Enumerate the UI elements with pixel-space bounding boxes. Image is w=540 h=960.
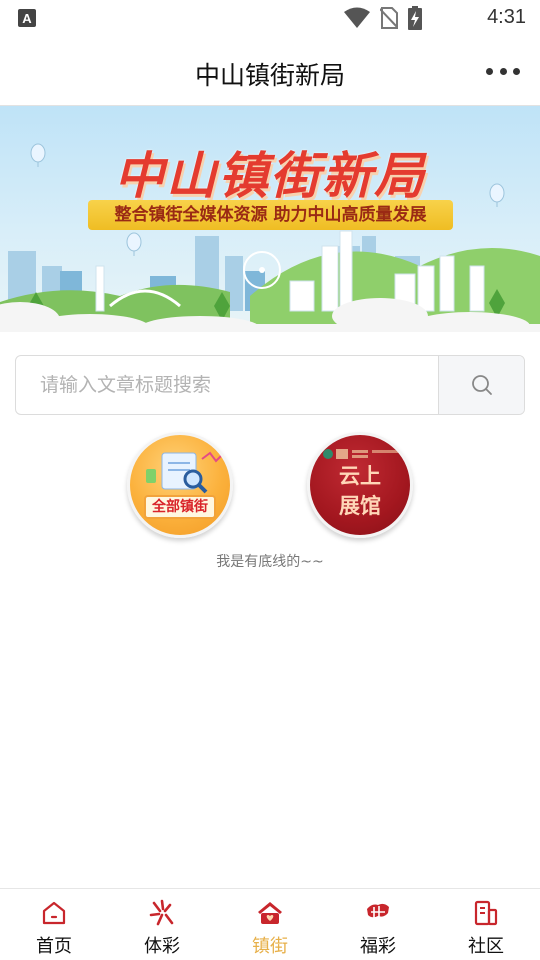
- banner-subtitle: 整合镇街全媒体资源 助力中山高质量发展: [88, 200, 453, 230]
- cloud-exhibition-line2: 展馆: [339, 494, 381, 518]
- more-dots-icon: [486, 67, 493, 75]
- hero-banner[interactable]: 中山镇街新局 整合镇街全媒体资源 助力中山高质量发展: [0, 106, 540, 332]
- search-bar: [15, 355, 525, 415]
- home-icon: [42, 901, 66, 925]
- nav-label-sports-lottery: 体彩: [144, 936, 180, 957]
- search-button[interactable]: [438, 356, 524, 414]
- cloud-exhibition-entry[interactable]: 云上 展馆: [307, 432, 413, 538]
- all-towns-label: 全部镇街: [144, 495, 216, 519]
- nav-item-sports-lottery[interactable]: 体彩: [108, 889, 216, 960]
- status-time: 4:31: [487, 6, 526, 28]
- bottom-nav: 首页 体彩 镇街 福彩 社区: [0, 888, 540, 960]
- svg-text:A: A: [22, 11, 32, 26]
- nav-label-welfare-lottery: 福彩: [360, 936, 396, 957]
- nav-label-home: 首页: [36, 936, 72, 957]
- more-button[interactable]: [486, 64, 520, 78]
- search-icon: [471, 375, 492, 395]
- welfare-lottery-icon: [367, 903, 389, 923]
- no-sim-icon: [380, 7, 398, 29]
- exhibition-logo-icon: [323, 449, 398, 459]
- app-header: 中山镇街新局: [0, 36, 540, 106]
- search-input[interactable]: [16, 356, 439, 414]
- nav-label-town: 镇街: [252, 936, 288, 957]
- battery-charging-icon: [408, 6, 422, 30]
- nav-item-home[interactable]: 首页: [0, 889, 108, 960]
- nav-item-welfare-lottery[interactable]: 福彩: [324, 889, 432, 960]
- sports-lottery-icon: [149, 899, 174, 926]
- banner-title: 中山镇街新局: [114, 147, 426, 205]
- nav-item-town[interactable]: 镇街: [216, 889, 324, 960]
- page-title: 中山镇街新局: [194, 61, 345, 90]
- all-towns-entry[interactable]: 全部镇街: [127, 432, 233, 538]
- a-letter-icon: A: [18, 9, 36, 27]
- cloud-exhibition-line1: 云上: [339, 464, 381, 488]
- nav-item-community[interactable]: 社区: [432, 889, 540, 960]
- end-of-list-text: 我是有底线的~~: [216, 554, 324, 570]
- wifi-icon: [344, 7, 370, 28]
- community-icon: [474, 900, 498, 926]
- nav-label-community: 社区: [468, 936, 504, 957]
- town-house-icon: [258, 902, 282, 924]
- status-bar: A 4:31: [0, 0, 540, 36]
- status-icons: [344, 6, 422, 30]
- document-magnifier-icon: [146, 451, 223, 494]
- cloud-exhibition-label: 云上 展馆: [310, 461, 410, 521]
